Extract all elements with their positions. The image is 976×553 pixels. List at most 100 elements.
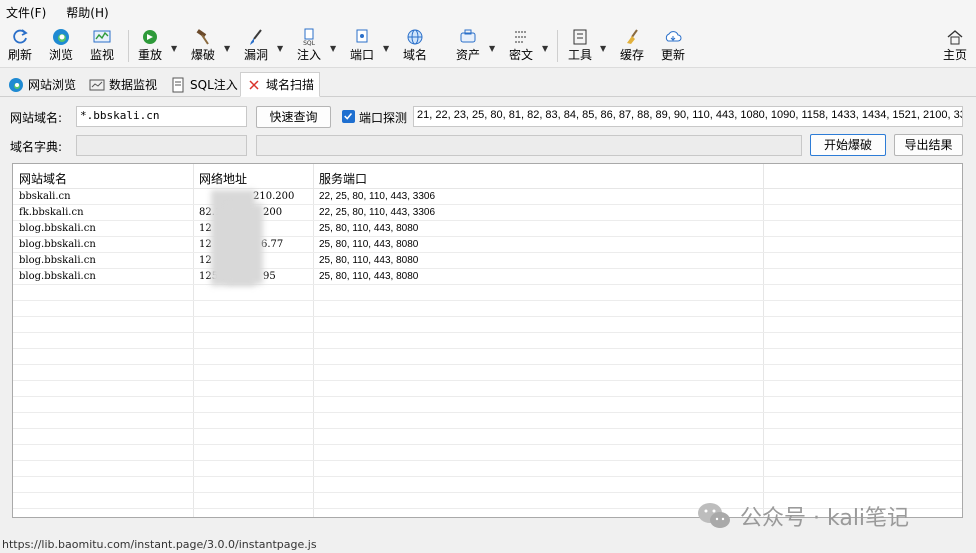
browse-button[interactable]: 浏览	[46, 27, 76, 65]
home-button[interactable]: 主页	[940, 27, 970, 65]
ip-redaction-mosaic	[227, 204, 263, 284]
refresh-label: 刷新	[7, 48, 32, 62]
table-row[interactable]: blog.bbskali.cn 12 25, 80, 110, 443, 808…	[13, 221, 962, 237]
status-bar: https://lib.baomitu.com/instant.page/3.0…	[2, 538, 317, 551]
table-row[interactable]: blog.bbskali.cn 125.7 95 25, 80, 110, 44…	[13, 269, 962, 285]
row-ip-visible-part: 12	[199, 255, 212, 266]
browse-label: 浏览	[48, 48, 73, 62]
watermark: 公众号 · kali笔记	[696, 500, 909, 532]
vuln-dropdown-icon[interactable]: ▼	[277, 44, 283, 53]
cipher-button[interactable]: 密文	[506, 27, 536, 65]
home-label: 主页	[942, 48, 967, 62]
row-ports: 25, 80, 110, 443, 8080	[319, 239, 419, 250]
menu-bar: 文件(F) 帮助(H)	[0, 0, 976, 24]
col-header-domain[interactable]: 网站域名	[19, 170, 67, 187]
col-header-ip[interactable]: 网络地址	[199, 170, 247, 187]
row-ports: 22, 25, 80, 110, 443, 3306	[319, 207, 436, 218]
quick-query-button[interactable]: 快速查询	[256, 106, 331, 128]
table-row-empty	[13, 397, 962, 413]
tab-data-monitor-label: 数据监视	[109, 78, 158, 92]
vuln-button[interactable]: 漏洞	[241, 27, 271, 65]
close-icon[interactable]	[246, 77, 262, 93]
menu-file[interactable]: 文件(F)	[6, 4, 46, 21]
row-ip-visible-part: 200	[263, 207, 283, 218]
tools-button[interactable]: 工具	[565, 27, 595, 65]
monitor-button[interactable]: 监视	[87, 27, 117, 65]
ports-input[interactable]: 21, 22, 23, 25, 80, 81, 82, 83, 84, 85, …	[413, 106, 963, 127]
replay-dropdown-icon[interactable]: ▼	[171, 44, 177, 53]
tab-bar: 网站浏览 数据监视 SQL注入 域名扫描	[0, 69, 976, 97]
sql-tag-text: SQL	[303, 40, 316, 47]
inject-button[interactable]: SQL 注入	[294, 27, 324, 65]
tools-dropdown-icon[interactable]: ▼	[600, 44, 606, 53]
site-domain-input[interactable]: *.bbskali.cn	[76, 106, 247, 127]
sql-inject-icon: SQL	[303, 28, 316, 47]
crack-dropdown-icon[interactable]: ▼	[224, 44, 230, 53]
menu-help[interactable]: 帮助(H)	[66, 4, 108, 21]
port-icon	[356, 29, 368, 43]
asset-label: 资产	[455, 48, 480, 62]
update-button[interactable]: 更新	[658, 27, 688, 65]
crack-button[interactable]: 爆破	[188, 27, 218, 65]
table-row[interactable]: blog.bbskali.cn 12 6.77 25, 80, 110, 443…	[13, 237, 962, 253]
row-ports: 22, 25, 80, 110, 443, 3306	[319, 191, 436, 202]
asset-button[interactable]: 资产	[453, 27, 483, 65]
replay-icon	[143, 30, 157, 44]
port-probe-label: 端口探测	[359, 111, 408, 125]
asset-icon	[460, 29, 476, 43]
refresh-button[interactable]: 刷新	[5, 27, 35, 65]
row-ip-visible-part: 210.200	[253, 191, 295, 202]
cipher-label: 密文	[508, 48, 533, 62]
asset-dropdown-icon[interactable]: ▼	[489, 44, 495, 53]
port-dropdown-icon[interactable]: ▼	[383, 44, 389, 53]
table-row[interactable]: bbskali.cn 210.200 22, 25, 80, 110, 443,…	[13, 189, 962, 205]
table-row-empty	[13, 461, 962, 477]
table-row-empty	[13, 317, 962, 333]
tab-domain-scan[interactable]: 域名扫描	[240, 72, 321, 97]
inject-dropdown-icon[interactable]: ▼	[330, 44, 336, 53]
tab-sql-inject[interactable]: SQL注入	[164, 72, 244, 97]
table-row-empty	[13, 333, 962, 349]
inject-label: 注入	[296, 48, 321, 62]
export-button[interactable]: 导出结果	[894, 134, 963, 156]
table-row[interactable]: blog.bbskali.cn 12 25, 80, 110, 443, 808…	[13, 253, 962, 269]
home-icon	[947, 30, 963, 45]
toolbar-separator	[557, 30, 558, 62]
dict-label: 域名字典:	[10, 140, 63, 154]
broom-icon	[627, 29, 638, 44]
tab-domain-scan-label: 域名扫描	[266, 78, 315, 92]
results-table[interactable]: 网站域名 网络地址 服务端口 bbskali.cn 210.200 22, 25…	[12, 163, 963, 518]
table-row-empty	[13, 301, 962, 317]
row-ip-visible-part: 95	[263, 271, 276, 282]
row-domain: blog.bbskali.cn	[19, 255, 96, 266]
start-crack-button[interactable]: 开始爆破	[810, 134, 886, 156]
sql-document-icon	[172, 77, 184, 92]
col-header-ports[interactable]: 服务端口	[319, 170, 367, 187]
monitor-icon	[93, 30, 111, 43]
monitor-label: 监视	[89, 48, 114, 62]
domain-button[interactable]: 域名	[400, 27, 430, 65]
table-row-empty	[13, 429, 962, 445]
table-row-empty	[13, 413, 962, 429]
row-ports: 25, 80, 110, 443, 8080	[319, 271, 419, 282]
cache-button[interactable]: 缓存	[617, 27, 647, 65]
port-label: 端口	[349, 48, 374, 62]
cipher-dropdown-icon[interactable]: ▼	[542, 44, 548, 53]
table-row-empty	[13, 285, 962, 301]
tab-data-monitor[interactable]: 数据监视	[83, 72, 163, 97]
hammer-icon	[196, 29, 209, 45]
site-domain-label: 网站域名:	[10, 111, 63, 125]
domain-label: 域名	[402, 48, 427, 62]
progress-bar	[256, 135, 802, 156]
tab-sql-inject-label: SQL注入	[190, 78, 238, 92]
port-probe-checkbox[interactable]	[342, 110, 355, 123]
replay-button[interactable]: 重放	[135, 27, 165, 65]
tab-site-browse[interactable]: 网站浏览	[2, 72, 82, 97]
table-row[interactable]: fk.bbskali.cn 82.15 200 22, 25, 80, 110,…	[13, 205, 962, 221]
replay-label: 重放	[137, 48, 162, 62]
dict-input[interactable]	[76, 135, 247, 156]
row-ports: 25, 80, 110, 443, 8080	[319, 255, 419, 266]
port-button[interactable]: 端口	[347, 27, 377, 65]
globe-icon	[407, 29, 423, 45]
toolbar-separator	[128, 30, 129, 62]
